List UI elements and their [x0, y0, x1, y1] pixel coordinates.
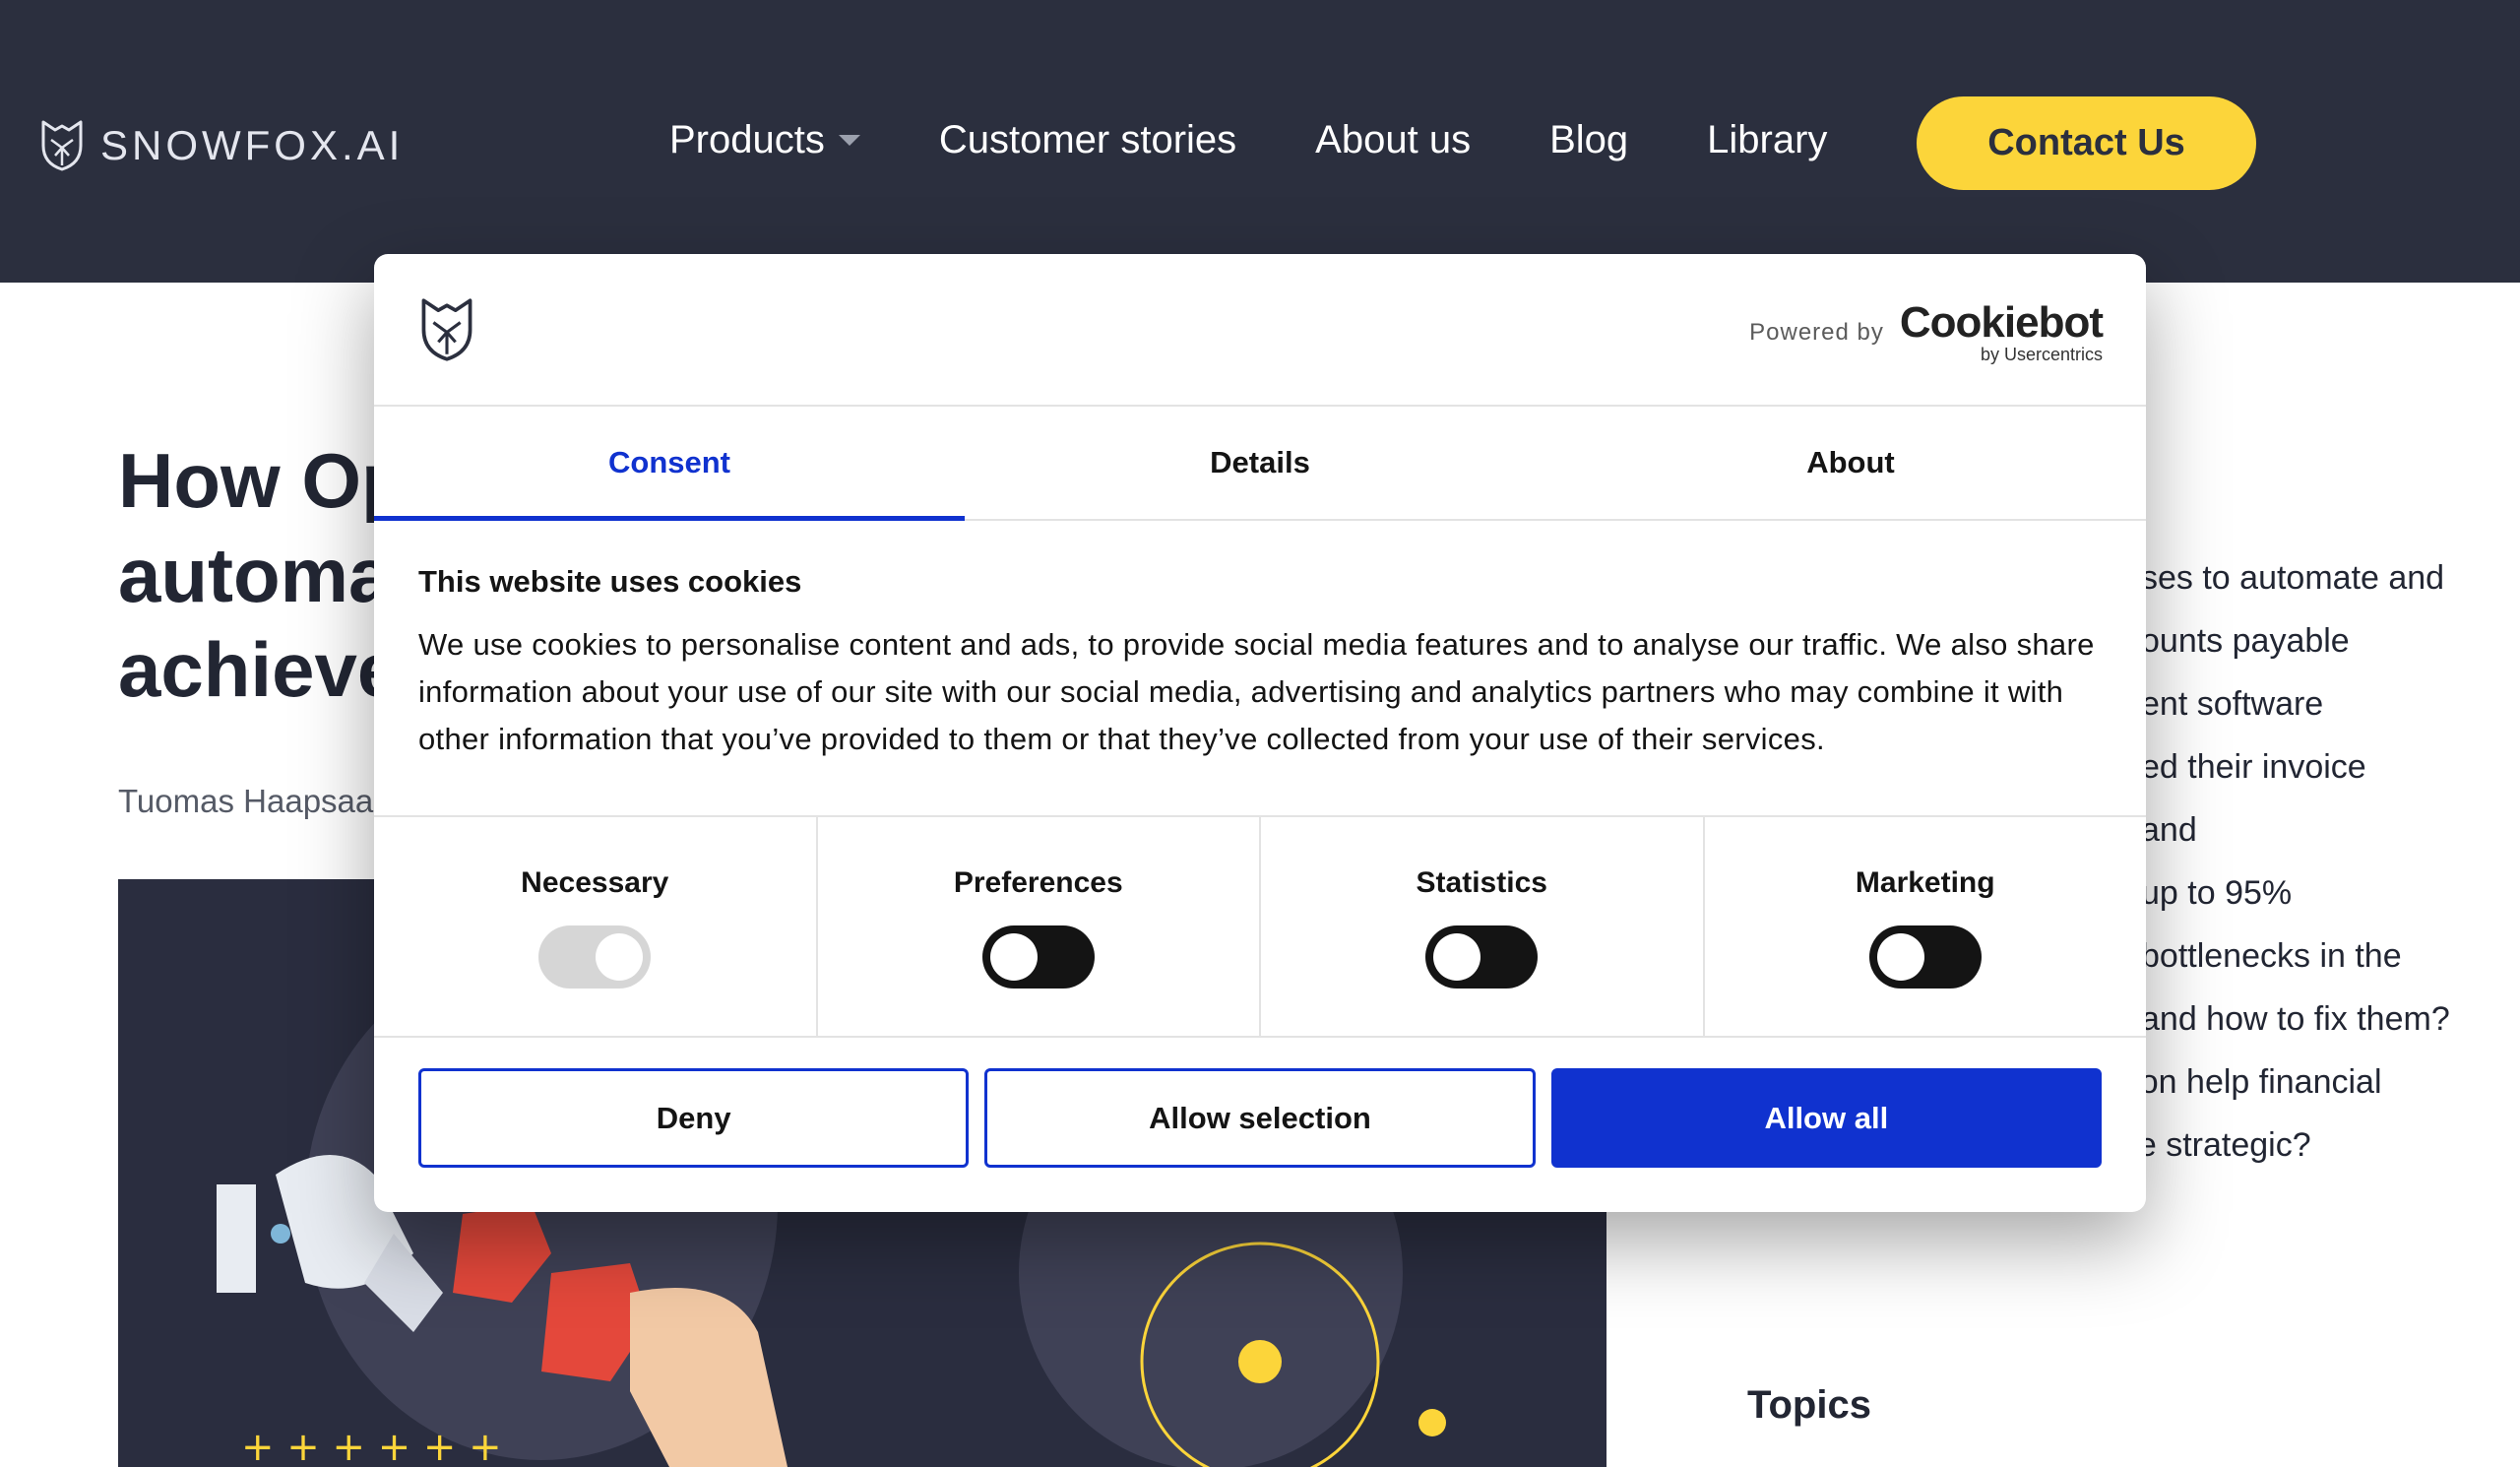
- tab-about[interactable]: About: [1555, 407, 2146, 519]
- toggle-knob: [596, 933, 644, 981]
- cookie-heading: This website uses cookies: [418, 564, 802, 599]
- marketing-toggle[interactable]: [1868, 925, 1982, 989]
- nav-customer-stories[interactable]: Customer stories: [939, 118, 1236, 162]
- site-logo[interactable]: SNOWFOX.AI: [37, 118, 404, 173]
- toggle-cell-statistics: Statistics: [1261, 817, 1705, 1036]
- nav-products-label: Products: [669, 118, 825, 161]
- statistics-toggle[interactable]: [1425, 925, 1539, 989]
- cookie-consent-dialog: Powered by Cookiebot by Usercentrics Con…: [374, 254, 2146, 1212]
- site-header: SNOWFOX.AI Products Customer stories Abo…: [0, 0, 2520, 283]
- contact-us-button[interactable]: Contact Us: [1917, 96, 2256, 190]
- cookie-actions: Deny Allow selection Allow all: [418, 1068, 2102, 1168]
- cookie-category-toggles: Necessary Preferences Statistics Marketi…: [374, 815, 2146, 1038]
- article-author: Tuomas Haapsaar: [118, 783, 385, 819]
- tab-consent[interactable]: Consent: [374, 407, 965, 521]
- toggle-knob: [1876, 933, 1924, 981]
- nav-about-us[interactable]: About us: [1315, 118, 1471, 162]
- necessary-toggle: [538, 925, 652, 989]
- toggle-label-marketing: Marketing: [1855, 866, 1995, 899]
- toggle-knob: [1433, 933, 1481, 981]
- logo-text: SNOWFOX.AI: [100, 122, 405, 168]
- powered-by-label: Powered by: [1749, 319, 1884, 346]
- deny-button[interactable]: Deny: [418, 1068, 970, 1168]
- nav-blog[interactable]: Blog: [1549, 118, 1628, 162]
- toggle-label-necessary: Necessary: [521, 866, 669, 899]
- cookiebot-sub: by Usercentrics: [1980, 345, 2103, 364]
- cookie-description: We use cookies to personalise content an…: [418, 627, 2095, 756]
- fox-head-icon: [421, 298, 472, 361]
- cookiebot-name: Cookiebot: [1899, 298, 2104, 347]
- main-nav: Products Customer stories About us Blog …: [669, 118, 1906, 162]
- cookie-tabs: Consent Details About: [374, 407, 2146, 521]
- toggle-knob: [989, 933, 1038, 981]
- toggle-cell-marketing: Marketing: [1705, 817, 2147, 1036]
- topics-heading: Topics: [1747, 1383, 1871, 1427]
- allow-all-button[interactable]: Allow all: [1550, 1068, 2102, 1168]
- nav-products[interactable]: Products: [669, 118, 860, 162]
- cookiebot-logo: Cookiebot by Usercentrics: [1899, 298, 2104, 365]
- nav-library[interactable]: Library: [1707, 118, 1827, 162]
- toggle-label-statistics: Statistics: [1416, 866, 1547, 899]
- preferences-toggle[interactable]: [981, 925, 1095, 989]
- powered-by-cookiebot[interactable]: Powered by Cookiebot by Usercentrics: [1749, 298, 2104, 365]
- cookie-dialog-header: Powered by Cookiebot by Usercentrics: [374, 254, 2146, 407]
- chevron-down-icon: [838, 135, 860, 146]
- fox-head-icon: [41, 120, 83, 171]
- cookie-dialog-body: This website uses cookies We use cookies…: [418, 564, 2111, 763]
- allow-selection-button[interactable]: Allow selection: [984, 1068, 1536, 1168]
- toggle-cell-necessary: Necessary: [374, 817, 818, 1036]
- toggle-cell-preferences: Preferences: [818, 817, 1261, 1036]
- tab-details[interactable]: Details: [965, 407, 1555, 519]
- svg-text:+ + + + + +: + + + + + +: [241, 1425, 502, 1467]
- toggle-label-preferences: Preferences: [953, 866, 1123, 899]
